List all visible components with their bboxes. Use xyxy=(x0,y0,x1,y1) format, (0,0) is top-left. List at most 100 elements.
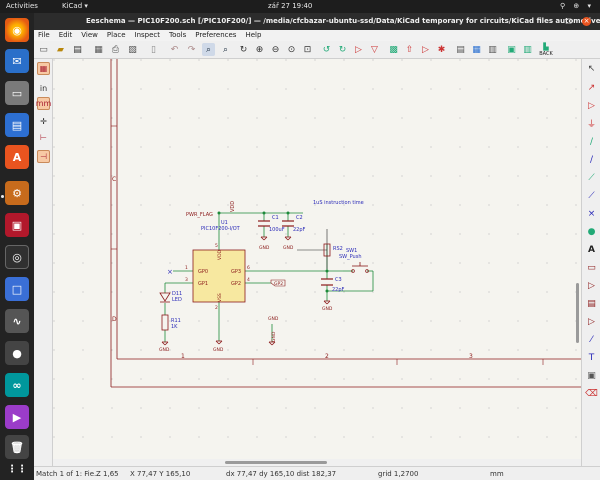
terminal-icon[interactable]: ▣ xyxy=(5,213,29,237)
wire-angle-icon[interactable]: ⊣ xyxy=(37,150,50,163)
import-pin-icon[interactable]: ▷ xyxy=(585,315,598,328)
find-replace-icon[interactable]: ⌕ xyxy=(219,43,232,56)
annotate-icon[interactable]: ▤ xyxy=(454,43,467,56)
show-apps-icon[interactable]: ⋮⋮ xyxy=(5,457,29,480)
back-button[interactable]: ▙ BACK xyxy=(538,43,554,57)
leave-sheet-icon[interactable]: ⇧ xyxy=(403,43,416,56)
hierarchy-icon[interactable]: ▩ xyxy=(387,43,400,56)
u1-pin-gp2: GP2 xyxy=(231,281,241,287)
no-connect-icon[interactable]: × xyxy=(585,207,598,220)
files-icon[interactable]: ▭ xyxy=(5,81,29,105)
add-text-icon[interactable]: T xyxy=(585,351,598,364)
rotate-ccw-icon[interactable]: ↺ xyxy=(320,43,333,56)
find-icon[interactable]: ⌕ xyxy=(202,43,215,56)
maximize-button[interactable]: □ xyxy=(564,17,573,26)
open-icon[interactable]: ▰ xyxy=(54,43,67,56)
usb-creator-icon[interactable]: ● xyxy=(5,341,29,365)
grid-toggle-icon[interactable]: ▦ xyxy=(37,62,50,75)
horizontal-scroll-thumb[interactable] xyxy=(225,461,327,464)
menu-place[interactable]: Place xyxy=(103,30,131,41)
units-inch-icon[interactable]: in xyxy=(37,82,50,95)
bus-entry-icon[interactable]: ⟋ xyxy=(585,189,598,202)
menu-help[interactable]: Help xyxy=(241,30,266,41)
menu-tools[interactable]: Tools xyxy=(165,30,191,41)
cursor-shape-icon[interactable]: ✛ xyxy=(37,115,50,128)
zoom-out-icon[interactable]: ⊖ xyxy=(269,43,282,56)
firefox-icon[interactable]: ◉ xyxy=(5,18,29,42)
c1-value: 100uF xyxy=(269,227,285,233)
hier-sheet-icon[interactable]: ▤ xyxy=(585,297,598,310)
minimize-button[interactable]: – xyxy=(547,17,556,26)
add-image-icon[interactable]: ▣ xyxy=(585,369,598,382)
add-line-icon[interactable]: ⁄ xyxy=(585,333,598,346)
paste-icon[interactable]: ▯ xyxy=(147,43,160,56)
netlist-icon[interactable]: ▣ xyxy=(505,43,518,56)
schematic-canvas[interactable]: C D 1 2 3 1uS instruction time PWR_FLAG … xyxy=(53,59,581,466)
border-number-3: 3 xyxy=(469,353,473,360)
menu-edit[interactable]: Edit xyxy=(55,30,78,41)
symbol-editor-icon[interactable]: ▷ xyxy=(419,43,432,56)
hier-label-icon[interactable]: ▷ xyxy=(585,279,598,292)
global-label-icon[interactable]: ▭ xyxy=(585,261,598,274)
bom-icon[interactable]: ▥ xyxy=(521,43,534,56)
add-bus-icon[interactable]: ∕ xyxy=(585,153,598,166)
net-label-icon[interactable]: A xyxy=(585,243,598,256)
footprint-assign-icon[interactable]: ▥ xyxy=(486,43,499,56)
units-mm-icon[interactable]: mm xyxy=(36,97,51,110)
delete-icon[interactable]: ⌫ xyxy=(585,387,598,400)
junction-icon[interactable]: ● xyxy=(585,225,598,238)
system-tray[interactable]: ⚲ ⊕ ▾ xyxy=(560,2,594,10)
system-monitor-icon[interactable]: ∿ xyxy=(5,309,29,333)
new-sheet-icon[interactable]: ▭ xyxy=(37,43,50,56)
obs-icon[interactable]: ◎ xyxy=(5,245,29,269)
vertical-scroll-thumb[interactable] xyxy=(576,283,579,343)
c2-value: 22pF xyxy=(293,227,306,233)
writer-icon[interactable]: ▤ xyxy=(5,113,29,137)
print-icon[interactable]: ⎙ xyxy=(109,43,122,56)
c3-value: 22pF xyxy=(332,287,345,293)
window-titlebar[interactable]: Eeschema — PIC10F200.sch [/PIC10F200/] —… xyxy=(34,13,600,30)
zoom-fit-icon[interactable]: ⊙ xyxy=(285,43,298,56)
zoom-selection-icon[interactable]: ⊡ xyxy=(301,43,314,56)
rotate-cw-icon[interactable]: ↻ xyxy=(336,43,349,56)
right-toolbar: ↖ ↗ ▷ ⏚ ∕ ∕ ⟋ ⟋ × ● A ▭ ▷ ▤ ▷ ⁄ T ▣ ⌫ xyxy=(581,59,600,480)
save-icon[interactable]: ▤ xyxy=(71,43,84,56)
horizontal-scrollbar[interactable] xyxy=(53,459,581,466)
vdd-power-label: VDD xyxy=(230,201,236,212)
screenshot-icon[interactable]: □ xyxy=(5,277,29,301)
symbol-browser-icon[interactable]: ✱ xyxy=(435,43,448,56)
undo-icon[interactable]: ↶ xyxy=(168,43,181,56)
mirror-v-icon[interactable]: ▷ xyxy=(352,43,365,56)
select-icon[interactable]: ↖ xyxy=(585,62,598,75)
page-settings-icon[interactable]: ▦ xyxy=(92,43,105,56)
menu-preferences[interactable]: Preferences xyxy=(191,30,241,41)
add-wire-icon[interactable]: ∕ xyxy=(585,135,598,148)
add-power-icon[interactable]: ⏚ xyxy=(585,117,598,130)
highlight-net-icon[interactable]: ↗ xyxy=(585,81,598,94)
erc-icon[interactable]: ▦ xyxy=(470,43,483,56)
app-menu-button[interactable]: KiCad ▾ xyxy=(62,2,88,10)
hidden-pins-icon[interactable]: ⊢ xyxy=(37,131,50,144)
software-center-icon[interactable]: A xyxy=(5,145,29,169)
zoom-in-icon[interactable]: ⊕ xyxy=(253,43,266,56)
kicad-icon[interactable]: ⚙ xyxy=(5,181,29,205)
close-button[interactable]: × xyxy=(582,17,591,26)
u1-pin-vss: VSS xyxy=(217,293,223,302)
menu-inspect[interactable]: Inspect xyxy=(131,30,166,41)
menu-view[interactable]: View xyxy=(77,30,103,41)
add-symbol-icon[interactable]: ▷ xyxy=(585,99,598,112)
border-number-1: 1 xyxy=(181,353,185,360)
refresh-icon[interactable]: ↻ xyxy=(237,43,250,56)
plot-icon[interactable]: ▧ xyxy=(126,43,139,56)
thunderbird-icon[interactable]: ✉ xyxy=(5,49,29,73)
activities-button[interactable]: Activities xyxy=(6,2,38,10)
trash-icon[interactable]: 🗑 xyxy=(5,435,29,459)
clock[interactable]: zář 27 19:40 xyxy=(268,2,312,10)
video-player-icon[interactable]: ▶ xyxy=(5,405,29,429)
wire-to-bus-icon[interactable]: ⟋ xyxy=(585,171,598,184)
redo-icon[interactable]: ↷ xyxy=(185,43,198,56)
u1-pin-num-1: 1 xyxy=(185,265,188,271)
mirror-h-icon[interactable]: ▽ xyxy=(368,43,381,56)
menu-file[interactable]: File xyxy=(34,30,55,41)
arduino-icon[interactable]: ∞ xyxy=(5,373,29,397)
